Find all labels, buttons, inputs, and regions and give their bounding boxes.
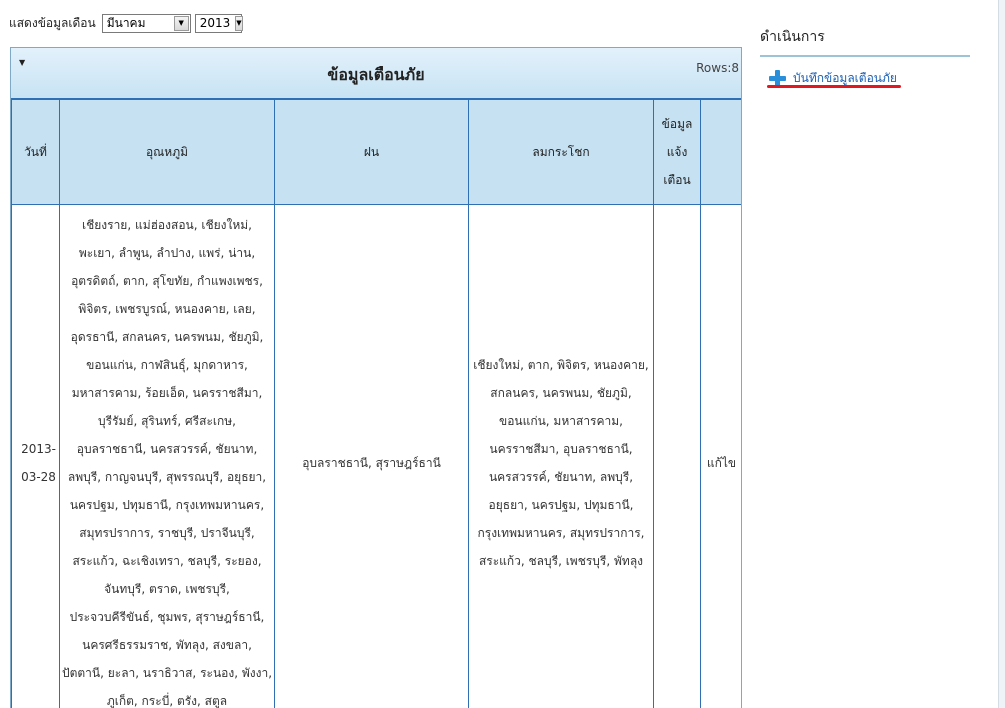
- year-select-value: 2013: [199, 15, 231, 30]
- highlight-underline: [767, 85, 901, 88]
- cell-wind-provinces: เชียงใหม่, ตาก, พิจิตร, หนองคาย, สกลนคร, …: [468, 204, 654, 708]
- province-line: บุรีรัมย์, สุรินทร์, ศรีสะเกษ,: [98, 414, 236, 428]
- panel-title: ข้อมูลเตือนภัย: [327, 65, 425, 84]
- date-line: 03-28: [21, 470, 56, 484]
- month-select[interactable]: มีนาคม ▼: [101, 13, 191, 33]
- province-line: เชียงใหม่, ตาก, พิจิตร, หนองคาย,: [473, 358, 649, 372]
- date-line: 2013-: [21, 442, 56, 456]
- province-line: นครสวรรค์, ชัยนาท, ลพบุรี,: [488, 470, 634, 484]
- column-header-temperature[interactable]: อุณหภูมิ: [59, 99, 275, 205]
- chevron-down-icon[interactable]: ▼: [173, 15, 189, 31]
- province-line: สระแก้ว, ชลบุรี, เพชรบุรี, พัทลุง: [478, 554, 644, 568]
- province-line: ปัตตานี, ยะลา, นราธิวาส, ระนอง, พังงา,: [61, 666, 273, 680]
- cell-temperature-provinces: เชียงราย, แม่ฮ่องสอน, เชียงใหม่, พะเยา, ล…: [59, 204, 275, 708]
- row-count: Rows:8: [696, 61, 739, 75]
- province-line: เชียงราย, แม่ฮ่องสอน, เชียงใหม่,: [81, 218, 252, 232]
- sidebar-title: ดำเนินการ: [760, 26, 970, 57]
- province-line: อุตรดิตถ์, ตาก, สุโขทัย, กำแพงเพชร,: [71, 274, 263, 288]
- province-line: จันทบุรี, ตราด, เพชรบุรี,: [104, 582, 230, 596]
- cell-date: 2013- 03-28: [11, 204, 60, 708]
- year-select[interactable]: 2013 ▼: [194, 13, 243, 33]
- alert-table: วันที่ อุณหภูมิ ฝน ลมกระโชก ข้อมูล แจ้ง …: [11, 99, 741, 708]
- alert-header-line: แจ้ง: [666, 145, 688, 159]
- province-line: นครราชสีมา, อุบลราชธานี,: [489, 442, 633, 456]
- province-line: อยุธยา, นครปฐม, ปทุมธานี,: [488, 498, 634, 512]
- cell-rain-provinces: อุบลราชธานี, สุราษฎร์ธานี: [274, 204, 469, 708]
- edit-link[interactable]: แก้ไข: [707, 456, 736, 470]
- province-line: สระแก้ว, ฉะเชิงเทรา, ชลบุรี, ระยอง,: [72, 554, 262, 568]
- filter-bar: แสดงข้อมูลเดือน มีนาคม ▼ 2013 ▼: [9, 13, 246, 33]
- table-header-row: วันที่ อุณหภูมิ ฝน ลมกระโชก ข้อมูล แจ้ง …: [11, 99, 741, 205]
- province-line: อุดรธานี, สกลนคร, นครพนม, ชัยภูมิ,: [70, 330, 264, 344]
- province-line: พะเยา, ลำพูน, ลำปาง, แพร่, น่าน,: [78, 246, 256, 260]
- filter-label: แสดงข้อมูลเดือน: [9, 15, 96, 30]
- province-line: สกลนคร, นครพนม, ชัยภูมิ,: [490, 386, 632, 400]
- cell-action: แก้ไข: [700, 204, 741, 708]
- province-line: กรุงเทพมหานคร, สมุทรปราการ,: [477, 526, 645, 540]
- chevron-down-icon[interactable]: ▼: [235, 15, 243, 31]
- alert-data-panel: ▼ ข้อมูลเตือนภัย Rows:8 วันที่ อุณหภูมิ …: [10, 47, 742, 708]
- cell-alert-info: [653, 204, 701, 708]
- column-header-wind-gust[interactable]: ลมกระโชก: [468, 99, 654, 205]
- province-line: นครปฐม, ปทุมธานี, กรุงเทพมหานคร,: [69, 498, 265, 512]
- column-header-alert-info[interactable]: ข้อมูล แจ้ง เตือน: [653, 99, 701, 205]
- province-line: ขอนแก่น, มหาสารคาม,: [498, 414, 623, 428]
- province-line: ขอนแก่น, กาฬสินธุ์, มุกดาหาร,: [86, 358, 248, 372]
- alert-header-line: เตือน: [663, 173, 691, 187]
- column-header-date[interactable]: วันที่: [11, 99, 60, 205]
- column-header-rain[interactable]: ฝน: [274, 99, 469, 205]
- window-edge: [998, 0, 1005, 708]
- province-line: สมุทรปราการ, ราชบุรี, ปราจีนบุรี,: [79, 526, 255, 540]
- province-line: พิจิตร, เพชรบูรณ์, หนองคาย, เลย,: [78, 302, 256, 316]
- province-line: มหาสารคาม, ร้อยเอ็ด, นครราชสีมา,: [71, 386, 263, 400]
- column-header-action: [700, 99, 741, 205]
- province-line: ลพบุรี, กาญจนบุรี, สุพรรณบุรี, อยุธยา,: [67, 470, 267, 484]
- table-row: 2013- 03-28 เชียงราย, แม่ฮ่องสอน, เชียงใ…: [11, 204, 741, 708]
- province-line: นครศรีธรรมราช, พัทลุง, สงขลา,: [82, 638, 252, 652]
- actions-sidebar: ดำเนินการ บันทึกข้อมูลเตือนภัย: [760, 26, 970, 88]
- panel-header: ▼ ข้อมูลเตือนภัย Rows:8: [11, 48, 741, 99]
- alert-header-line: ข้อมูล: [661, 117, 693, 131]
- province-line: อุบลราชธานี, นครสวรรค์, ชัยนาท,: [76, 442, 258, 456]
- month-select-value: มีนาคม: [106, 15, 146, 30]
- province-line: ภูเก็ต, กระบี่, ตรัง, สตูล: [106, 694, 228, 708]
- province-line: ประจวบคีรีขันธ์, ชุมพร, สุราษฎร์ธานี,: [69, 610, 265, 624]
